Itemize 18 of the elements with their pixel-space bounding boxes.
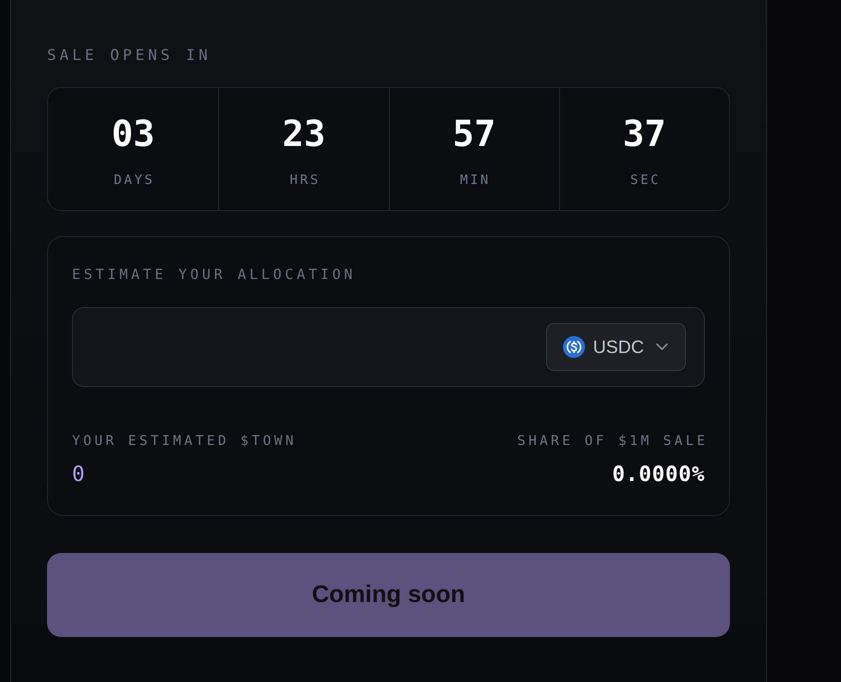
countdown-unit-label: MIN: [458, 173, 491, 189]
chevron-down-icon: [656, 343, 668, 351]
countdown-value: 03: [111, 117, 155, 153]
countdown-unit-label: HRS: [288, 173, 320, 189]
countdown-value: 23: [282, 117, 326, 153]
section-label: ESTIMATE YOUR ALLOCATION: [72, 266, 356, 284]
amount-input-field[interactable]: USDC: [72, 307, 705, 387]
countdown-unit-label: SEC: [629, 173, 661, 189]
countdown-unit-label: DAYS: [112, 173, 155, 189]
dollar-coin-icon: [562, 336, 585, 358]
countdown-value: 57: [452, 117, 496, 153]
stat-label: SHARE OF $1M SALE: [517, 432, 708, 450]
stat-label: YOUR ESTIMATED $TOWN: [72, 432, 297, 450]
estimated-token-value: 0: [72, 461, 85, 487]
currency-select-button[interactable]: USDC: [546, 323, 686, 371]
countdown-value: 37: [622, 117, 666, 153]
sale-share-value: 0.0000%: [612, 461, 705, 487]
section-label: SALE OPENS IN: [47, 45, 212, 65]
